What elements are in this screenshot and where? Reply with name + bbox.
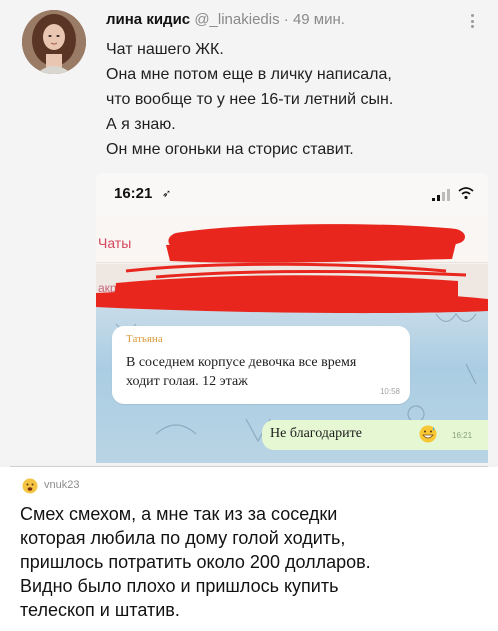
- comment-text: Смех смехом, а мне так из за соседки кот…: [20, 502, 490, 622]
- comment-line: телескоп и штатив.: [20, 600, 180, 620]
- author-avatar[interactable]: [22, 10, 86, 74]
- pinned-bar: [96, 264, 488, 304]
- tweet-line: Чат нашего ЖК.: [106, 41, 224, 58]
- tweet-time: 49 мин.: [292, 11, 345, 28]
- commenter-username[interactable]: vnuk23: [44, 479, 79, 491]
- comment-line: которая любила по дому голой ходить,: [20, 528, 346, 548]
- comment-line: Видно было плохо и пришлось купить: [20, 576, 339, 596]
- tweet-line: что вообще то у нее 16-ти летний сын.: [106, 91, 394, 108]
- comment-line: Смех смехом, а мне так из за соседки: [20, 504, 338, 524]
- incoming-message-time: 10:58: [379, 387, 400, 396]
- more-options-icon[interactable]: [462, 10, 482, 32]
- commenter-avatar-icon[interactable]: [22, 478, 38, 494]
- tweet-line: А я знаю.: [106, 116, 176, 133]
- back-to-chats-button[interactable]: Чаты: [98, 235, 131, 251]
- incoming-message-bubble[interactable]: Татьяна В соседнем корпусе девочка все в…: [112, 326, 410, 404]
- grinning-sweat-emoji-icon: [419, 425, 437, 443]
- pinned-bar-text: акре: [98, 281, 124, 295]
- phone-status-bar: [96, 173, 488, 215]
- comment-card: vnuk23 Смех смехом, а мне так из за сосе…: [0, 467, 498, 631]
- incoming-message-text: В соседнем корпусе девочка все время ход…: [126, 355, 357, 389]
- comment-line: пришлось потратить около 200 долларов.: [20, 552, 371, 572]
- attached-screenshot[interactable]: 16:21 ➶ Чаты акре Татьяна В соседнем кор…: [96, 173, 488, 463]
- outgoing-message-time: 16:21: [452, 431, 473, 440]
- phone-clock: 16:21: [114, 185, 153, 202]
- tweet-card: лина кидис @_linakiedis · 49 мин. Чат на…: [0, 0, 498, 463]
- tweet-line: Она мне потом еще в личку написала,: [106, 66, 392, 83]
- signal-icon: [432, 189, 450, 201]
- outgoing-message-bubble[interactable]: Не благодарите 16:21: [262, 420, 488, 450]
- location-arrow-icon: ➶: [162, 188, 172, 200]
- separator-dot: ·: [283, 11, 289, 28]
- author-handle[interactable]: @_linakiedis: [194, 11, 279, 28]
- tweet-header: лина кидис @_linakiedis · 49 мин.: [106, 10, 345, 30]
- wifi-icon: [458, 187, 474, 200]
- tweet-line: Он мне огоньки на сторис ставит.: [106, 141, 354, 158]
- tweet-text: Чат нашего ЖК. Она мне потом еще в личку…: [106, 37, 486, 162]
- author-name[interactable]: лина кидис: [106, 11, 190, 28]
- outgoing-message-text: Не благодарите: [270, 426, 362, 441]
- message-sender[interactable]: Татьяна: [126, 333, 163, 345]
- avatar-photo-icon: [22, 10, 86, 74]
- chat-nav-bar: [96, 215, 488, 263]
